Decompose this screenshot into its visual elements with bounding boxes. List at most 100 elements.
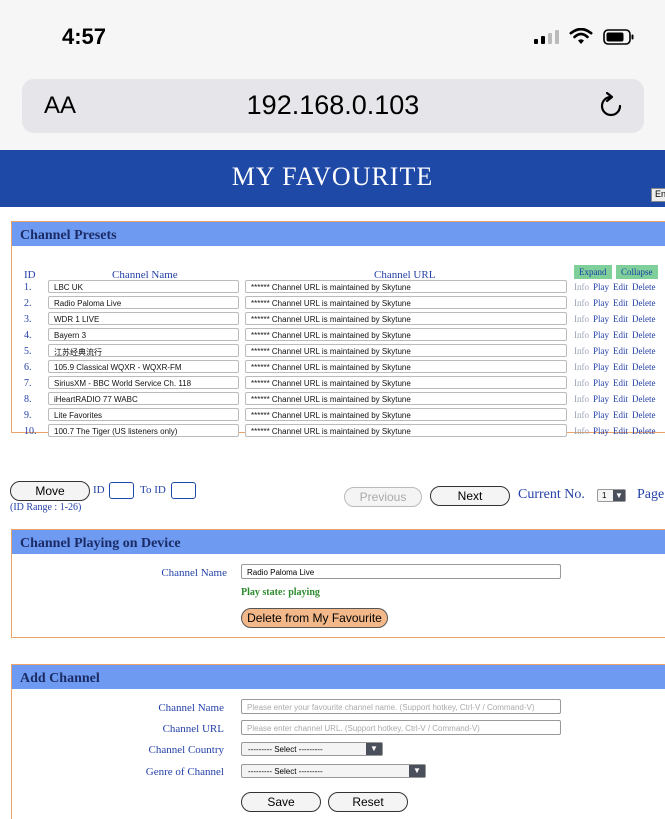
move-to-id-input[interactable]	[171, 482, 196, 499]
chevron-down-icon: ▼	[613, 490, 625, 501]
delete-link[interactable]: Delete	[632, 378, 655, 388]
collapse-button[interactable]: Collapse	[616, 265, 658, 279]
genre-select[interactable]: --------- Select --------- ▼	[241, 764, 426, 778]
row-channel-url[interactable]: ****** Channel URL is maintained by Skyt…	[245, 296, 567, 309]
signal-icon	[534, 30, 559, 44]
play-link[interactable]: Play	[593, 362, 609, 372]
row-channel-url[interactable]: ****** Channel URL is maintained by Skyt…	[245, 280, 567, 293]
delete-link[interactable]: Delete	[632, 314, 655, 324]
row-channel-name[interactable]: 105.9 Classical WQXR - WQXR-FM	[48, 360, 239, 373]
delete-link[interactable]: Delete	[632, 362, 655, 372]
id-range-label: (ID Range : 1-26)	[10, 502, 82, 513]
info-link[interactable]: Info	[574, 330, 589, 340]
row-id: 9.	[24, 410, 32, 421]
info-link[interactable]: Info	[574, 298, 589, 308]
edit-link[interactable]: Edit	[613, 410, 628, 420]
row-actions: Info Play Edit Delete	[574, 282, 656, 292]
next-button[interactable]: Next	[430, 486, 510, 506]
info-link[interactable]: Info	[574, 378, 589, 388]
info-link[interactable]: Info	[574, 362, 589, 372]
play-link[interactable]: Play	[593, 378, 609, 388]
delete-link[interactable]: Delete	[632, 330, 655, 340]
row-channel-name[interactable]: WDR 1 LIVE	[48, 312, 239, 325]
chevron-down-icon: ▼	[366, 743, 382, 755]
row-channel-name[interactable]: Radio Paloma Live	[48, 296, 239, 309]
row-id: 5.	[24, 346, 32, 357]
previous-button[interactable]: Previous	[344, 487, 422, 507]
move-to-id-label: To ID	[140, 484, 166, 496]
address-bar[interactable]: AA 192.168.0.103	[22, 79, 644, 133]
chevron-down-icon: ▼	[409, 765, 425, 777]
play-link[interactable]: Play	[593, 314, 609, 324]
info-link[interactable]: Info	[574, 394, 589, 404]
edit-link[interactable]: Edit	[613, 314, 628, 324]
row-channel-url[interactable]: ****** Channel URL is maintained by Skyt…	[245, 424, 567, 437]
row-id: 4.	[24, 330, 32, 341]
edit-link[interactable]: Edit	[613, 282, 628, 292]
play-link[interactable]: Play	[593, 394, 609, 404]
language-button[interactable]: En	[651, 188, 665, 202]
reload-icon[interactable]	[598, 91, 626, 121]
table-row: 5. 江苏经典流行 ****** Channel URL is maintained…	[12, 344, 665, 359]
row-channel-name[interactable]: 江苏经典流行	[48, 344, 239, 357]
country-select-value: --------- Select ---------	[248, 745, 323, 754]
current-page-select[interactable]: 1 ▼	[597, 489, 626, 502]
delete-link[interactable]: Delete	[632, 298, 655, 308]
row-channel-name[interactable]: Bayern 3	[48, 328, 239, 341]
expand-button[interactable]: Expand	[574, 265, 612, 279]
delete-from-favourite-button[interactable]: Delete from My Favourite	[241, 608, 388, 628]
playing-name-field[interactable]: Radio Paloma Live	[241, 564, 561, 579]
info-link[interactable]: Info	[574, 282, 589, 292]
play-link[interactable]: Play	[593, 282, 609, 292]
info-link[interactable]: Info	[574, 314, 589, 324]
edit-link[interactable]: Edit	[613, 426, 628, 436]
row-actions: Info Play Edit Delete	[574, 362, 656, 372]
info-link[interactable]: Info	[574, 426, 589, 436]
save-button[interactable]: Save	[241, 792, 321, 812]
row-channel-url[interactable]: ****** Channel URL is maintained by Skyt…	[245, 360, 567, 373]
row-channel-url[interactable]: ****** Channel URL is maintained by Skyt…	[245, 408, 567, 421]
add-url-input[interactable]: Please enter channel URL. (Support hotke…	[241, 720, 561, 735]
row-channel-name[interactable]: SiriusXM - BBC World Service Ch. 118	[48, 376, 239, 389]
move-button[interactable]: Move	[10, 481, 90, 501]
row-channel-url[interactable]: ****** Channel URL is maintained by Skyt…	[245, 344, 567, 357]
row-channel-name[interactable]: iHeartRADIO 77 WABC	[48, 392, 239, 405]
row-channel-url[interactable]: ****** Channel URL is maintained by Skyt…	[245, 328, 567, 341]
status-time: 4:57	[62, 24, 107, 49]
row-channel-url[interactable]: ****** Channel URL is maintained by Skyt…	[245, 392, 567, 405]
delete-link[interactable]: Delete	[632, 346, 655, 356]
info-link[interactable]: Info	[574, 346, 589, 356]
edit-link[interactable]: Edit	[613, 298, 628, 308]
edit-link[interactable]: Edit	[613, 330, 628, 340]
reset-button[interactable]: Reset	[328, 792, 408, 812]
delete-link[interactable]: Delete	[632, 394, 655, 404]
country-select[interactable]: --------- Select --------- ▼	[241, 742, 383, 756]
add-name-input[interactable]: Please enter your favourite channel name…	[241, 699, 561, 714]
play-link[interactable]: Play	[593, 410, 609, 420]
delete-link[interactable]: Delete	[632, 426, 655, 436]
row-channel-url[interactable]: ****** Channel URL is maintained by Skyt…	[245, 376, 567, 389]
section-title: Channel Presets	[12, 222, 665, 246]
edit-link[interactable]: Edit	[613, 394, 628, 404]
row-channel-url[interactable]: ****** Channel URL is maintained by Skyt…	[245, 312, 567, 325]
delete-link[interactable]: Delete	[632, 410, 655, 420]
row-actions: Info Play Edit Delete	[574, 378, 656, 388]
play-link[interactable]: Play	[593, 298, 609, 308]
edit-link[interactable]: Edit	[613, 378, 628, 388]
play-link[interactable]: Play	[593, 426, 609, 436]
move-id-input[interactable]	[109, 482, 134, 499]
add-name-label: Channel Name	[158, 702, 224, 714]
play-link[interactable]: Play	[593, 330, 609, 340]
row-channel-name[interactable]: LBC UK	[48, 280, 239, 293]
row-channel-name[interactable]: Lite Favorites	[48, 408, 239, 421]
table-row: 6. 105.9 Classical WQXR - WQXR-FM ****** C…	[12, 360, 665, 375]
row-channel-name[interactable]: 100.7 The Tiger (US listeners only)	[48, 424, 239, 437]
table-row: 2. Radio Paloma Live ****** Channel URL is…	[12, 296, 665, 311]
url-text[interactable]: 192.168.0.103	[22, 90, 644, 121]
edit-link[interactable]: Edit	[613, 362, 628, 372]
info-link[interactable]: Info	[574, 410, 589, 420]
play-state: Play state: playing	[241, 587, 320, 598]
delete-link[interactable]: Delete	[632, 282, 655, 292]
edit-link[interactable]: Edit	[613, 346, 628, 356]
play-link[interactable]: Play	[593, 346, 609, 356]
